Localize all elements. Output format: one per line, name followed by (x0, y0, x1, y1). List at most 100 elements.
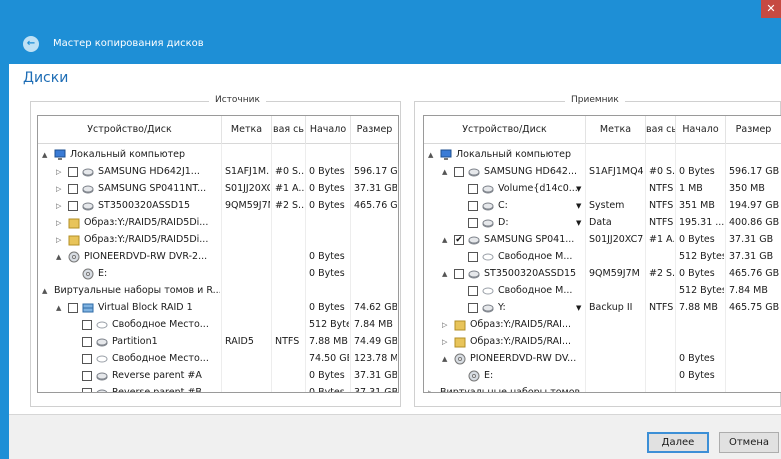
row-start: 7.88 MB (679, 302, 718, 313)
tree-row[interactable]: Свободное Место... 512 Bytes 7.84 MB (38, 317, 398, 333)
dropdown-arrow-icon[interactable]: ▼ (576, 198, 584, 214)
source-col-header[interactable]: Начало (306, 116, 351, 144)
expand-toggle-icon[interactable]: ▷ (56, 232, 61, 248)
row-checkbox[interactable]: ✔ (454, 235, 464, 245)
tree-row[interactable]: E: 0 Bytes (38, 266, 398, 282)
row-name: D: (498, 217, 509, 228)
tree-row[interactable]: ▲ ST3500320ASSD15 9QM59J7M #2 S... 0 Bytes 46… (424, 266, 781, 282)
row-start: 195.31 ... (679, 217, 724, 228)
expand-toggle-icon[interactable]: ▲ (442, 164, 447, 180)
expand-toggle-icon[interactable]: ▷ (442, 334, 447, 350)
row-checkbox[interactable] (468, 286, 478, 296)
target-col-header[interactable]: вая сь (646, 116, 676, 144)
expand-toggle-icon[interactable]: ▲ (442, 266, 447, 282)
row-checkbox[interactable] (468, 252, 478, 262)
row-checkbox[interactable] (468, 184, 478, 194)
row-start (309, 232, 349, 248)
tree-row[interactable]: ▲ Локальный компьютер (38, 147, 398, 163)
row-size (354, 249, 397, 265)
tree-row[interactable]: D: Data NTFS 195.31 ... 400.86 GB ▼ (424, 215, 781, 231)
tree-row[interactable]: Y: Backup II NTFS 7.88 MB 465.75 GB ▼ (424, 300, 781, 316)
target-col-header[interactable]: Размер (726, 116, 781, 144)
tree-row[interactable]: ▲ Виртуальные наборы томов и R... (38, 283, 398, 299)
row-checkbox[interactable] (454, 269, 464, 279)
source-col-header[interactable]: Размер (351, 116, 398, 144)
tree-row[interactable]: Volume{d14c0... NTFS 1 MB 350 MB ▼ (424, 181, 781, 197)
expand-toggle-icon[interactable]: ▲ (442, 351, 447, 367)
row-name: Образ:Y:/RAID5/RAID5Di... (84, 217, 209, 228)
tree-row[interactable]: Свободное М... 512 Bytes 37.31 GB (424, 249, 781, 265)
tree-row[interactable]: C: System NTFS 351 MB 194.97 GB ▼ (424, 198, 781, 214)
tree-row[interactable]: ▷ Образ:Y:/RAID5/RAI... (424, 317, 781, 333)
row-checkbox[interactable] (68, 184, 78, 194)
tree-row[interactable]: ▷ Образ:Y:/RAID5/RAID5Di... (38, 215, 398, 231)
row-checkbox[interactable] (82, 371, 92, 381)
tree-row[interactable]: ▷ Образ:Y:/RAID5/RAID5Di... (38, 232, 398, 248)
row-name: Y: (498, 302, 506, 313)
tree-row[interactable]: Reverse parent #B 0 Bytes 37.31 GB (38, 385, 398, 392)
row-checkbox[interactable] (82, 320, 92, 330)
row-checkbox[interactable] (468, 218, 478, 228)
row-checkbox[interactable] (82, 388, 92, 392)
tree-row[interactable]: ▷ SAMSUNG SP0411NT... S01JJ20XC... #1 A... 0… (38, 181, 398, 197)
tree-row[interactable]: ▲ Virtual Block RAID 1 0 Bytes 74.62 GB (38, 300, 398, 316)
target-tree[interactable]: Устройство/Диск Метка вая сь Начало Размер ▲ Л… (423, 115, 781, 393)
tree-row[interactable]: ▲ Локальный компьютер (424, 147, 781, 163)
next-button[interactable]: Далее (647, 432, 709, 453)
tree-row[interactable]: Свободное Место... 74.50 GB 123.78 MB (38, 351, 398, 367)
expand-toggle-icon[interactable]: ▷ (428, 385, 433, 392)
expand-toggle-icon[interactable]: ▷ (56, 198, 61, 214)
row-start: 7.88 MB (309, 336, 348, 347)
source-col-header[interactable]: вая сь (272, 116, 306, 144)
close-button[interactable]: ✕ (761, 0, 781, 18)
expand-toggle-icon[interactable]: ▲ (442, 232, 447, 248)
tree-row[interactable]: ▲ PIONEERDVD-RW DV... 0 Bytes (424, 351, 781, 367)
row-checkbox[interactable] (454, 167, 464, 177)
target-col-header[interactable]: Начало (676, 116, 726, 144)
row-fs (275, 300, 304, 316)
target-col-header[interactable]: Устройство/Диск (424, 116, 586, 144)
dropdown-arrow-icon[interactable]: ▼ (576, 215, 584, 231)
tree-row[interactable]: Partition1 RAID5 NTFS 7.88 MB 74.49 GB (38, 334, 398, 350)
expand-toggle-icon[interactable]: ▲ (56, 249, 61, 265)
row-checkbox[interactable] (468, 201, 478, 211)
target-col-header[interactable]: Метка (586, 116, 646, 144)
row-start: 0 Bytes (679, 353, 715, 364)
tree-row[interactable]: Свободное М... 512 Bytes 7.84 MB (424, 283, 781, 299)
row-label (225, 215, 270, 231)
expand-toggle-icon[interactable]: ▷ (56, 164, 61, 180)
tree-row[interactable]: Reverse parent #A 0 Bytes 37.31 GB (38, 368, 398, 384)
tree-row[interactable]: ▷ Виртуальные наборы томов... (424, 385, 781, 392)
expand-toggle-icon[interactable]: ▲ (42, 283, 47, 299)
tree-row[interactable]: ▲ PIONEERDVD-RW DVR-2... 0 Bytes (38, 249, 398, 265)
source-col-header[interactable]: Устройство/Диск (38, 116, 222, 144)
tree-row[interactable]: ▷ ST3500320ASSD15 9QM59J7M #2 S... 0 Bytes 46… (38, 198, 398, 214)
tree-row[interactable]: ▷ Образ:Y:/RAID5/RAI... (424, 334, 781, 350)
source-col-header[interactable]: Метка (222, 116, 272, 144)
tree-row[interactable]: ▷ SAMSUNG HD642J1... S1AFJ1M... #0 S... 0 By… (38, 164, 398, 180)
expand-toggle-icon[interactable]: ▷ (442, 317, 447, 333)
row-checkbox[interactable] (68, 303, 78, 313)
dropdown-arrow-icon[interactable]: ▼ (576, 181, 584, 197)
row-fs: NTFS (649, 302, 674, 313)
row-start: 1 MB (679, 183, 703, 194)
row-checkbox[interactable] (68, 167, 78, 177)
tree-row[interactable]: ▲ ✔ SAMSUNG SP041... S01JJ20XC762... #1 A...… (424, 232, 781, 248)
cancel-button[interactable]: Отмена (719, 432, 779, 453)
row-fs (275, 351, 304, 367)
expand-toggle-icon[interactable]: ▲ (428, 147, 433, 163)
tree-row[interactable]: ▲ SAMSUNG HD642... S1AFJ1MQ40... #0 S... 0 B… (424, 164, 781, 180)
tree-row[interactable]: E: 0 Bytes (424, 368, 781, 384)
disk-icon (482, 217, 494, 229)
row-checkbox[interactable] (82, 337, 92, 347)
back-button[interactable]: ← (23, 36, 39, 52)
expand-toggle-icon[interactable]: ▲ (56, 300, 61, 316)
expand-toggle-icon[interactable]: ▷ (56, 181, 61, 197)
expand-toggle-icon[interactable]: ▷ (56, 215, 61, 231)
expand-toggle-icon[interactable]: ▲ (42, 147, 47, 163)
dropdown-arrow-icon[interactable]: ▼ (576, 300, 584, 316)
source-tree[interactable]: Устройство/Диск Метка вая сь Начало Размер ▲ Л… (37, 115, 399, 393)
row-checkbox[interactable] (68, 201, 78, 211)
row-checkbox[interactable] (82, 354, 92, 364)
row-checkbox[interactable] (468, 303, 478, 313)
